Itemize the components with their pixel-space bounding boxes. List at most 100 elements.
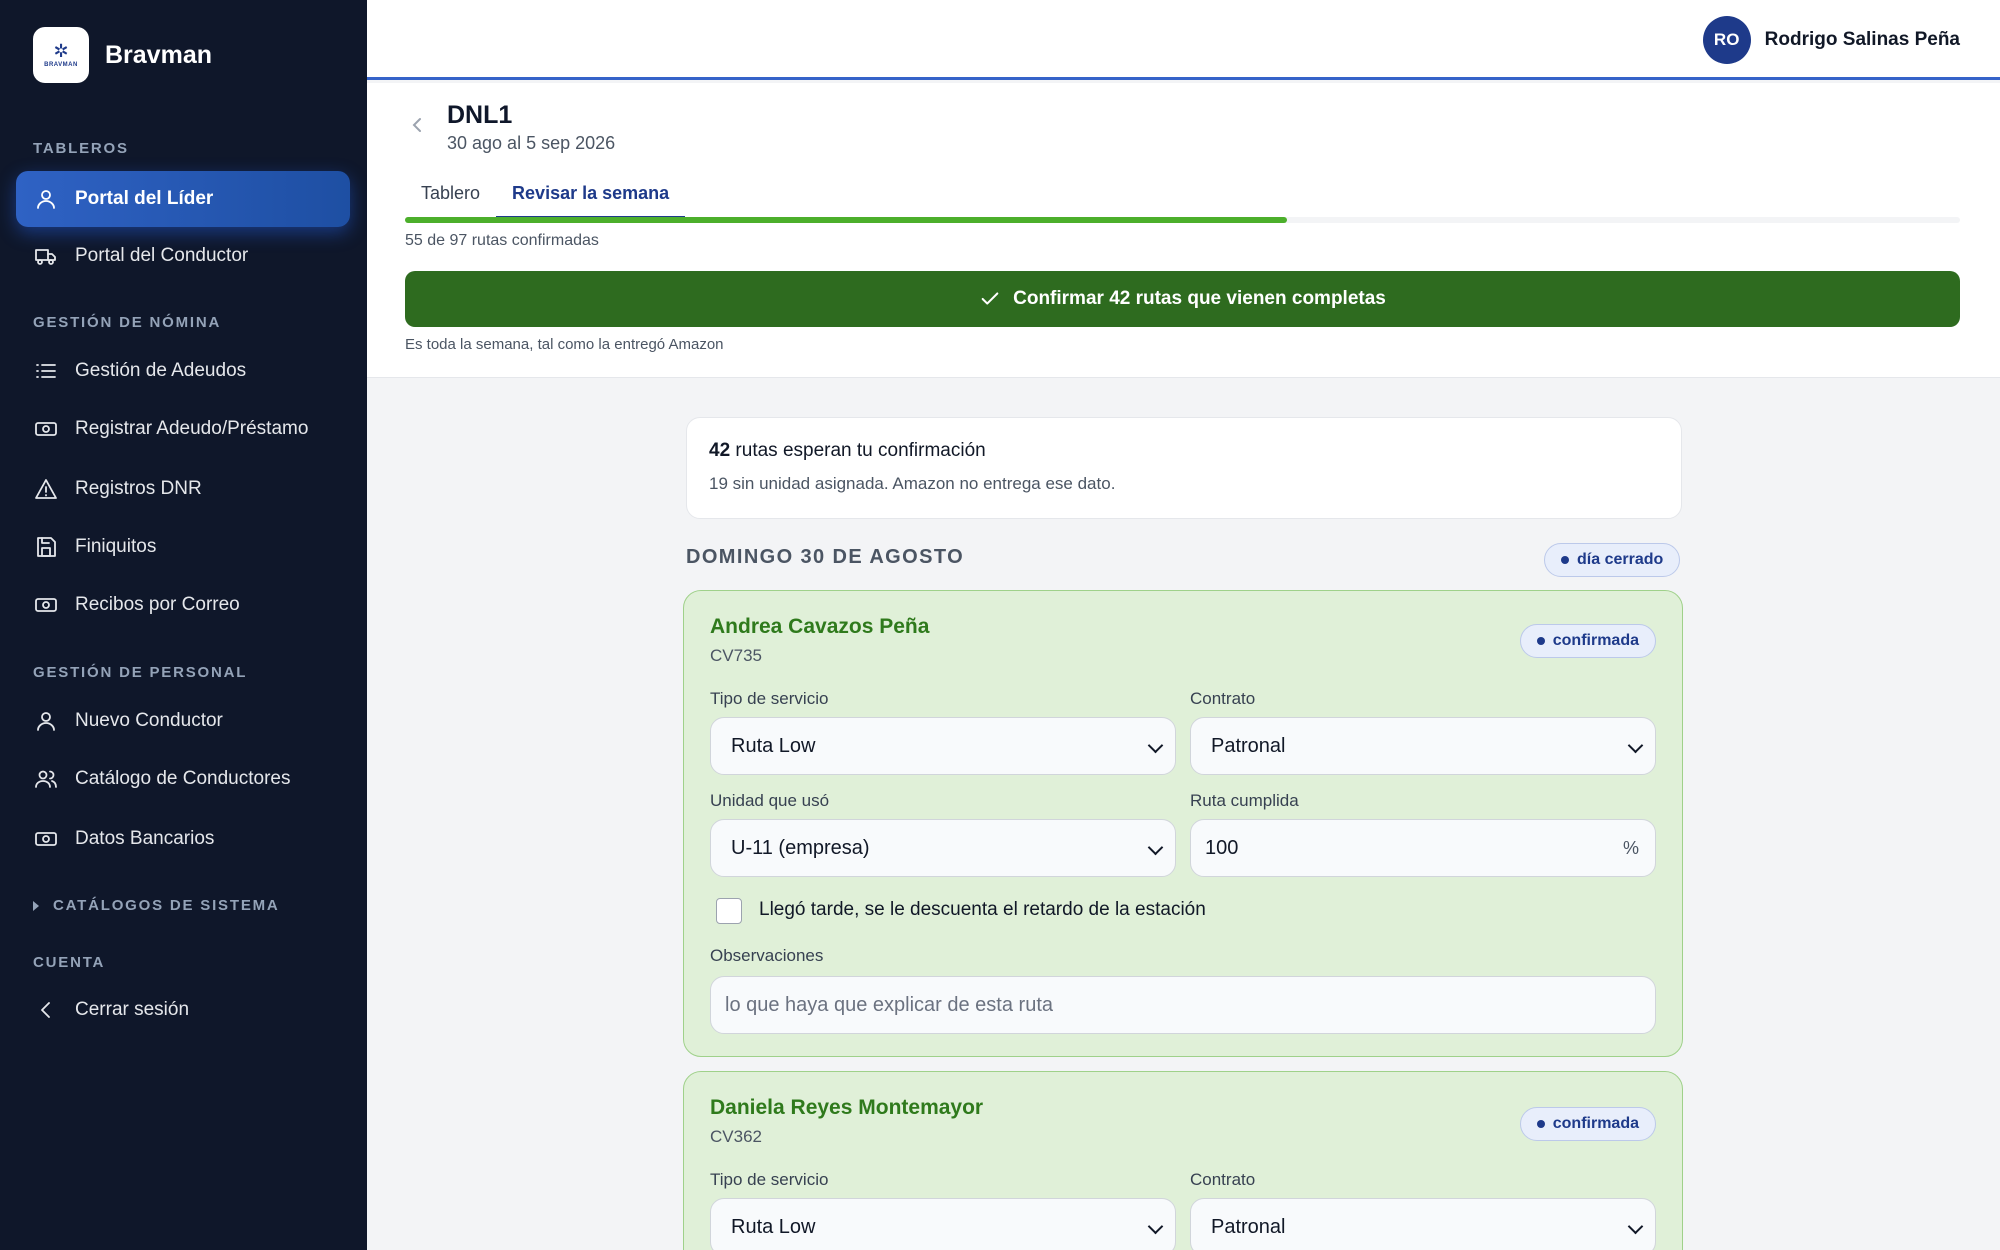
warning-icon	[35, 479, 57, 499]
list-icon	[36, 364, 56, 378]
sidebar-item-portal-del-lider[interactable]: Portal del Líder	[16, 171, 350, 227]
contract-label: Contrato	[1190, 1170, 1256, 1189]
sidebar-item-label: Gestión de Adeudos	[75, 360, 247, 381]
confirm-complete-routes-button[interactable]: Confirmar 42 rutas que vienen completas	[405, 271, 1960, 327]
user-name: Rodrigo Salinas Peña	[1764, 29, 1960, 50]
route-code: CV735	[710, 646, 762, 665]
logo-star-icon: ✲	[53, 41, 69, 61]
late-checkbox-label[interactable]: Llegó tarde, se le descuenta el retardo …	[759, 899, 1206, 921]
sidebar-item-label: Nuevo Conductor	[75, 710, 223, 731]
contract-value: Patronal	[1211, 734, 1286, 757]
progress-bar	[405, 217, 1960, 223]
notes-input[interactable]: lo que haya que explicar de esta ruta	[710, 976, 1656, 1034]
sidebar-item-gestion-de-adeudos[interactable]: Gestión de Adeudos	[16, 343, 350, 399]
notes-placeholder: lo que haya que explicar de esta ruta	[725, 993, 1053, 1016]
sidebar-item-registros-dnr[interactable]: Registros DNR	[16, 461, 350, 517]
contract-select[interactable]: Patronal	[1190, 1198, 1656, 1250]
sidebar-item-label: Registrar Adeudo/Préstamo	[75, 418, 309, 439]
sidebar-item-finiquitos[interactable]: Finiquitos	[16, 519, 350, 575]
completion-input[interactable]: 100 %	[1190, 819, 1656, 877]
brand-name: Bravman	[105, 40, 212, 69]
sidebar-item-label: Recibos por Correo	[75, 594, 240, 615]
sidebar-item-label: Datos Bancarios	[75, 828, 215, 849]
tab-tablero[interactable]: Tablero	[405, 183, 496, 216]
contract-select[interactable]: Patronal	[1190, 717, 1656, 775]
sidebar-item-label: Portal del Líder	[75, 188, 214, 209]
route-status-badge: confirmada	[1519, 1107, 1656, 1141]
sidebar-item-cerrar-sesion[interactable]: Cerrar sesión	[16, 982, 350, 1038]
section-toggle-catalogos[interactable]: CATÁLOGOS DE SISTEMA	[33, 897, 280, 914]
check-icon	[981, 292, 999, 305]
cash-icon	[35, 598, 57, 612]
sidebar-item-registrar-adeudo[interactable]: Registrar Adeudo/Préstamo	[16, 401, 350, 457]
summary-note: 19 sin unidad asignada. Amazon no entreg…	[709, 474, 1116, 493]
section-title-gestion-de-nomina: GESTIÓN DE NÓMINA	[33, 314, 222, 331]
tab-revisar-la-semana[interactable]: Revisar la semana	[496, 183, 686, 219]
save-icon	[37, 537, 56, 557]
route-card: Andrea Cavazos Peña CV735 confirmada Tip…	[683, 590, 1683, 1057]
page-title: DNL1	[447, 101, 513, 129]
sidebar: ✲ BRAVMAN Bravman TABLEROS Portal del Lí…	[0, 0, 367, 1250]
route-card: Daniela Reyes Montemayor CV362 confirmad…	[683, 1071, 1683, 1250]
avatar: RO	[1702, 16, 1751, 64]
late-checkbox[interactable]	[716, 898, 742, 924]
chevron-left-icon	[412, 118, 421, 132]
service-type-select[interactable]: Ruta Low	[710, 1198, 1176, 1250]
truck-icon	[35, 249, 56, 265]
progress-text: 55 de 97 rutas confirmadas	[405, 232, 599, 249]
completion-value: 100	[1205, 836, 1239, 859]
unit-label: Unidad que usó	[710, 791, 830, 810]
completion-label: Ruta cumplida	[1190, 791, 1299, 810]
tabs: Tablero Revisar la semana	[405, 183, 686, 219]
sidebar-item-portal-del-conductor[interactable]: Portal del Conductor	[16, 228, 350, 284]
logo-text: BRAVMAN	[44, 62, 78, 68]
brand[interactable]: ✲ BRAVMAN Bravman	[33, 27, 212, 83]
confirm-note: Es toda la semana, tal como la entregó A…	[405, 336, 724, 353]
page-subtitle: 30 ago al 5 sep 2026	[447, 133, 616, 153]
sidebar-item-label: Registros DNR	[75, 478, 202, 499]
service-type-label: Tipo de servicio	[710, 689, 829, 708]
sidebar-item-label: Catálogo de Conductores	[75, 768, 291, 789]
caret-right-icon	[33, 900, 39, 911]
section-title-cuenta: CUENTA	[33, 954, 106, 971]
summary-card: 42 rutas esperan tu confirmación 19 sin …	[686, 417, 1682, 519]
contract-value: Patronal	[1211, 1215, 1286, 1238]
route-code: CV362	[710, 1127, 762, 1146]
user-icon	[37, 712, 55, 731]
sidebar-item-nuevo-conductor[interactable]: Nuevo Conductor	[16, 693, 350, 749]
progress-bar-fill	[405, 217, 1287, 223]
driver-name: Daniela Reyes Montemayor	[710, 1096, 984, 1119]
route-status-badge: confirmada	[1519, 624, 1656, 658]
users-icon	[35, 770, 57, 788]
day-title: DOMINGO 30 DE AGOSTO	[686, 546, 965, 568]
top-bar: RO Rodrigo Salinas Peña	[367, 0, 2000, 80]
percent-suffix: %	[1622, 837, 1639, 858]
sidebar-item-label: Portal del Conductor	[75, 245, 249, 266]
summary-text: rutas esperan tu confirmación	[730, 440, 986, 461]
sidebar-item-datos-bancarios[interactable]: Datos Bancarios	[16, 811, 350, 867]
back-button[interactable]	[407, 115, 427, 135]
notes-label: Observaciones	[710, 946, 824, 965]
cash-icon	[35, 832, 57, 846]
service-type-value: Ruta Low	[731, 734, 816, 757]
pending-count: 42	[709, 440, 731, 461]
contract-label: Contrato	[1190, 689, 1256, 708]
unit-select[interactable]: U-11 (empresa)	[710, 819, 1176, 877]
sidebar-item-catalogo-de-conductores[interactable]: Catálogo de Conductores	[16, 751, 350, 807]
cash-icon	[35, 422, 57, 436]
page-header: DNL1 30 ago al 5 sep 2026 Tablero Revisa…	[367, 83, 2000, 378]
service-type-select[interactable]: Ruta Low	[710, 717, 1176, 775]
service-type-label: Tipo de servicio	[710, 1170, 829, 1189]
service-type-value: Ruta Low	[731, 1215, 816, 1238]
user-icon	[37, 190, 55, 209]
user-menu[interactable]: RO Rodrigo Salinas Peña	[1702, 16, 1960, 64]
chevron-left-icon	[41, 1002, 50, 1018]
sidebar-item-recibos-por-correo[interactable]: Recibos por Correo	[16, 577, 350, 633]
sidebar-item-label: Finiquitos	[75, 536, 157, 557]
section-title-gestion-de-personal: GESTIÓN DE PERSONAL	[33, 664, 248, 681]
driver-name: Andrea Cavazos Peña	[710, 615, 930, 638]
summary-line: 42 rutas esperan tu confirmación	[709, 440, 1659, 462]
sidebar-item-label: Cerrar sesión	[75, 999, 190, 1020]
brand-logo: ✲ BRAVMAN	[33, 27, 89, 83]
unit-value: U-11 (empresa)	[731, 836, 870, 859]
